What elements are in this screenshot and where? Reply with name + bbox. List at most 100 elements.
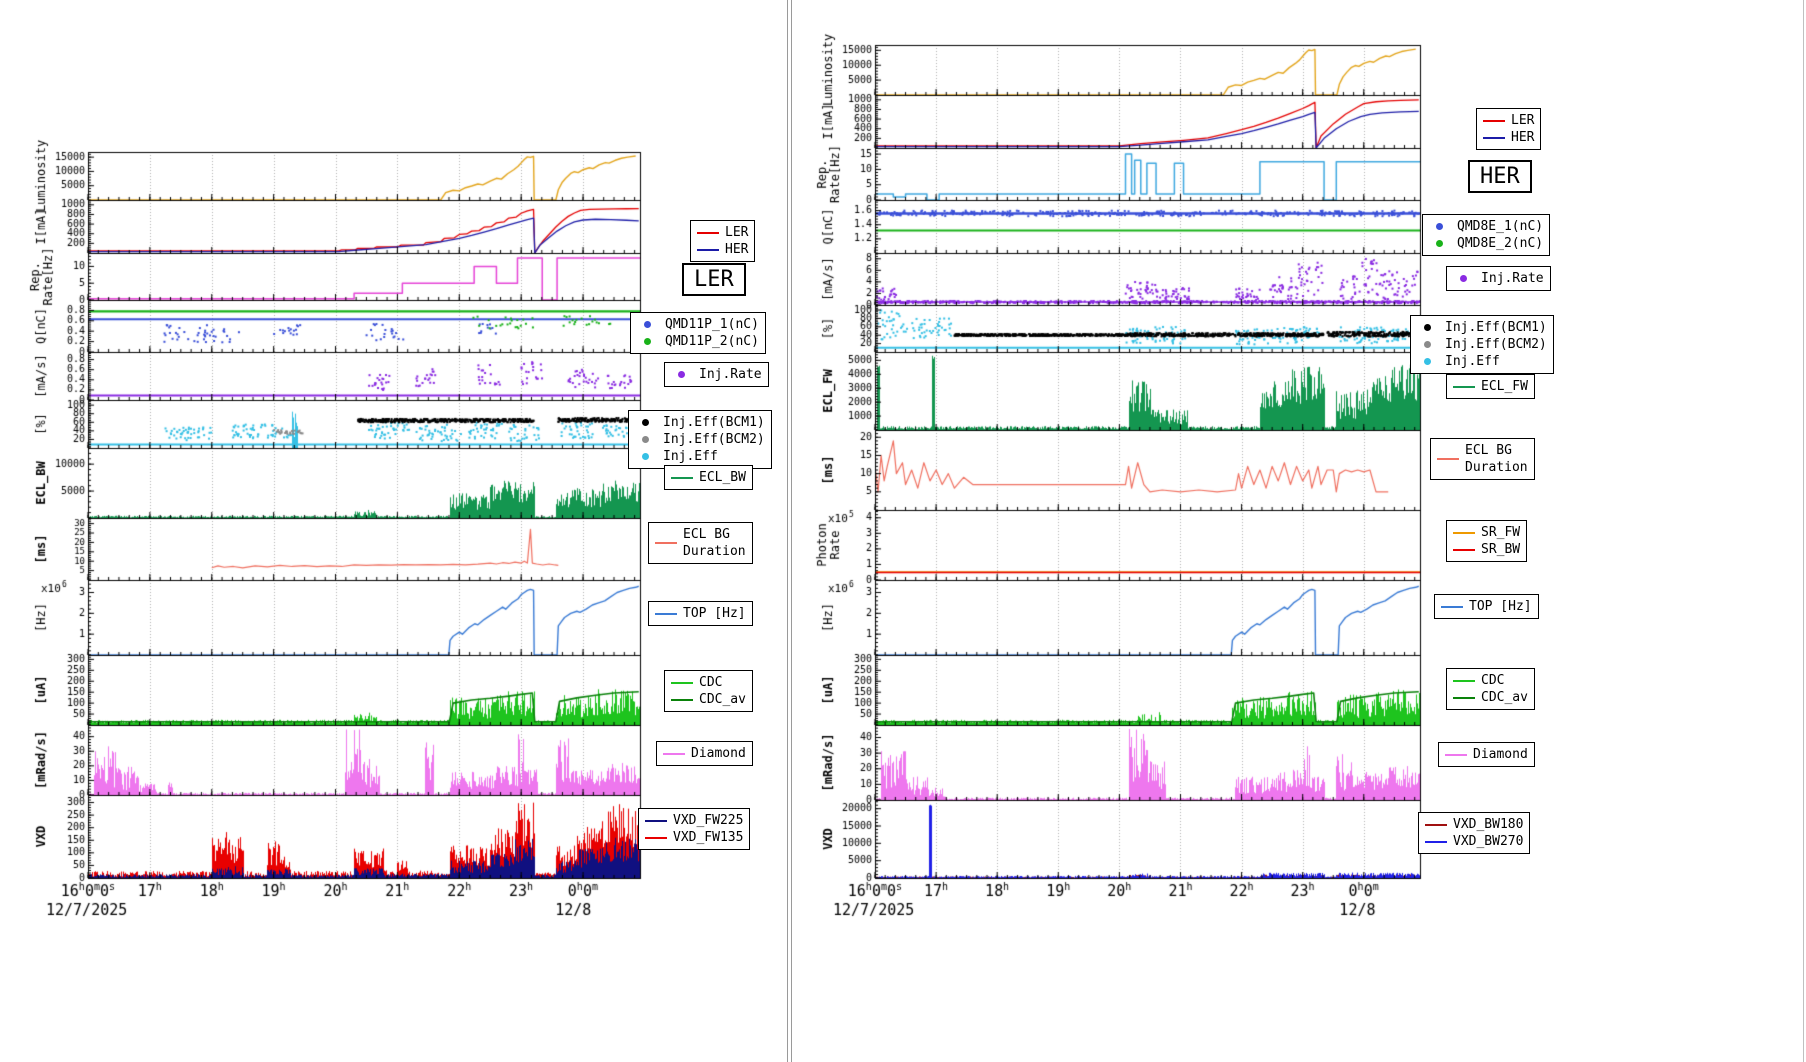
line-marker-icon: [671, 477, 693, 479]
ecl-bw-legend-item: ECL_BW: [671, 469, 746, 486]
beam-background-charts-canvas: [0, 0, 1806, 1062]
line-marker-icon: [1425, 824, 1447, 826]
vxd-legend-right-item: VXD_BW180: [1425, 816, 1523, 833]
sr-legend-item: SR_BW: [1453, 541, 1520, 558]
her-big-legend-label: HER: [1480, 164, 1520, 189]
line-marker-icon: [1483, 120, 1505, 122]
ecl-fw-legend: ECL_FW: [1446, 374, 1535, 399]
legend-label: QMD11P_1(nC): [665, 316, 759, 333]
dot-marker-icon: [644, 321, 651, 328]
legend-label: QMD8E_2(nC): [1457, 235, 1543, 252]
legend-label: QMD8E_1(nC): [1457, 218, 1543, 235]
ecl-bw-legend: ECL_BW: [664, 465, 753, 490]
ler-her-legend-right: LERHER: [1476, 108, 1541, 150]
legend-label: Inj.Rate: [1481, 270, 1544, 287]
line-marker-icon: [1453, 532, 1475, 534]
legend-label: ECL_BW: [699, 469, 746, 486]
diamond-legend-right: Diamond: [1438, 742, 1535, 767]
line-marker-icon: [1437, 458, 1459, 460]
line-marker-icon: [1425, 841, 1447, 843]
inj-eff-legend-right-item: Inj.Eff: [1417, 353, 1547, 370]
vxd-legend: VXD_FW225VXD_FW135: [638, 808, 750, 850]
cdc-legend-right-item: CDC_av: [1453, 689, 1528, 706]
inj-rate-legend-item: Inj.Rate: [671, 366, 762, 383]
vxd-legend-right: VXD_BW180VXD_BW270: [1418, 812, 1530, 854]
ler-her-legend-right-item: HER: [1483, 129, 1534, 146]
right-edge-line: [1803, 0, 1804, 1062]
qmd11p-legend-item: QMD11P_1(nC): [637, 316, 759, 333]
inj-rate-legend-right: Inj.Rate: [1446, 266, 1551, 291]
dot-marker-icon: [1436, 223, 1443, 230]
dot-marker-icon: [1424, 341, 1431, 348]
ler-her-legend-item: LER: [697, 224, 748, 241]
ecl-fw-legend-item: ECL_FW: [1453, 378, 1528, 395]
legend-label: LER: [725, 224, 748, 241]
line-marker-icon: [645, 820, 667, 822]
inj-eff-legend-right-item: Inj.Eff(BCM1): [1417, 319, 1547, 336]
legend-label: ECL BG Duration: [683, 526, 746, 560]
dot-marker-icon: [1436, 240, 1443, 247]
legend-label: Inj.Eff(BCM2): [663, 431, 765, 448]
ecl-bg-legend: ECL BG Duration: [648, 522, 753, 564]
inj-rate-legend: Inj.Rate: [664, 362, 769, 387]
legend-label: VXD_BW180: [1453, 816, 1523, 833]
ecl-bg-legend-right-item: ECL BG Duration: [1437, 442, 1528, 476]
dot-marker-icon: [642, 453, 649, 460]
line-marker-icon: [697, 232, 719, 234]
legend-label: TOP [Hz]: [1469, 598, 1532, 615]
legend-label: CDC_av: [699, 691, 746, 708]
legend-label: ECL BG Duration: [1465, 442, 1528, 476]
dot-marker-icon: [644, 338, 651, 345]
cdc-legend-item: CDC: [671, 674, 746, 691]
line-marker-icon: [1453, 549, 1475, 551]
dot-marker-icon: [1424, 358, 1431, 365]
legend-label: CDC_av: [1481, 689, 1528, 706]
ler-her-legend: LERHER: [690, 220, 755, 262]
cdc-legend-right-item: CDC: [1453, 672, 1528, 689]
panel-divider-line-2: [791, 0, 792, 1062]
line-marker-icon: [1453, 386, 1475, 388]
legend-label: SR_BW: [1481, 541, 1520, 558]
legend-label: LER: [1511, 112, 1534, 129]
legend-label: Diamond: [691, 745, 746, 762]
top-legend-right-item: TOP [Hz]: [1441, 598, 1532, 615]
dot-marker-icon: [1424, 324, 1431, 331]
legend-label: TOP [Hz]: [683, 605, 746, 622]
legend-label: Inj.Rate: [699, 366, 762, 383]
vxd-legend-item: VXD_FW225: [645, 812, 743, 829]
qmd8e-legend-item: QMD8E_2(nC): [1429, 235, 1543, 252]
ler-her-legend-item: HER: [697, 241, 748, 258]
dot-marker-icon: [678, 371, 685, 378]
legend-label: Diamond: [1473, 746, 1528, 763]
qmd8e-legend-item: QMD8E_1(nC): [1429, 218, 1543, 235]
inj-eff-legend: Inj.Eff(BCM1)Inj.Eff(BCM2)Inj.Eff: [628, 410, 772, 469]
line-marker-icon: [1453, 680, 1475, 682]
line-marker-icon: [645, 837, 667, 839]
ler-big-legend: LER: [682, 263, 746, 296]
line-marker-icon: [655, 542, 677, 544]
inj-eff-legend-right: Inj.Eff(BCM1)Inj.Eff(BCM2)Inj.Eff: [1410, 315, 1554, 374]
inj-eff-legend-right-item: Inj.Eff(BCM2): [1417, 336, 1547, 353]
line-marker-icon: [671, 699, 693, 701]
legend-label: Inj.Eff(BCM1): [663, 414, 765, 431]
legend-label: SR_FW: [1481, 524, 1520, 541]
qmd11p-legend: QMD11P_1(nC)QMD11P_2(nC): [630, 312, 766, 354]
ecl-bg-legend-item: ECL BG Duration: [655, 526, 746, 560]
inj-eff-legend-item: Inj.Eff(BCM2): [635, 431, 765, 448]
inj-rate-legend-right-item: Inj.Rate: [1453, 270, 1544, 287]
vxd-legend-item: VXD_FW135: [645, 829, 743, 846]
legend-label: Inj.Eff(BCM2): [1445, 336, 1547, 353]
legend-label: VXD_FW225: [673, 812, 743, 829]
top-legend: TOP [Hz]: [648, 601, 753, 626]
line-marker-icon: [671, 682, 693, 684]
legend-label: HER: [725, 241, 748, 258]
inj-eff-legend-item: Inj.Eff: [635, 448, 765, 465]
diamond-legend-right-item: Diamond: [1445, 746, 1528, 763]
ler-big-legend-label: LER: [694, 267, 734, 292]
vxd-legend-right-item: VXD_BW270: [1425, 833, 1523, 850]
legend-label: Inj.Eff: [663, 448, 718, 465]
cdc-legend-right: CDCCDC_av: [1446, 668, 1535, 710]
line-marker-icon: [1483, 137, 1505, 139]
legend-label: CDC: [1481, 672, 1504, 689]
inj-eff-legend-item: Inj.Eff(BCM1): [635, 414, 765, 431]
